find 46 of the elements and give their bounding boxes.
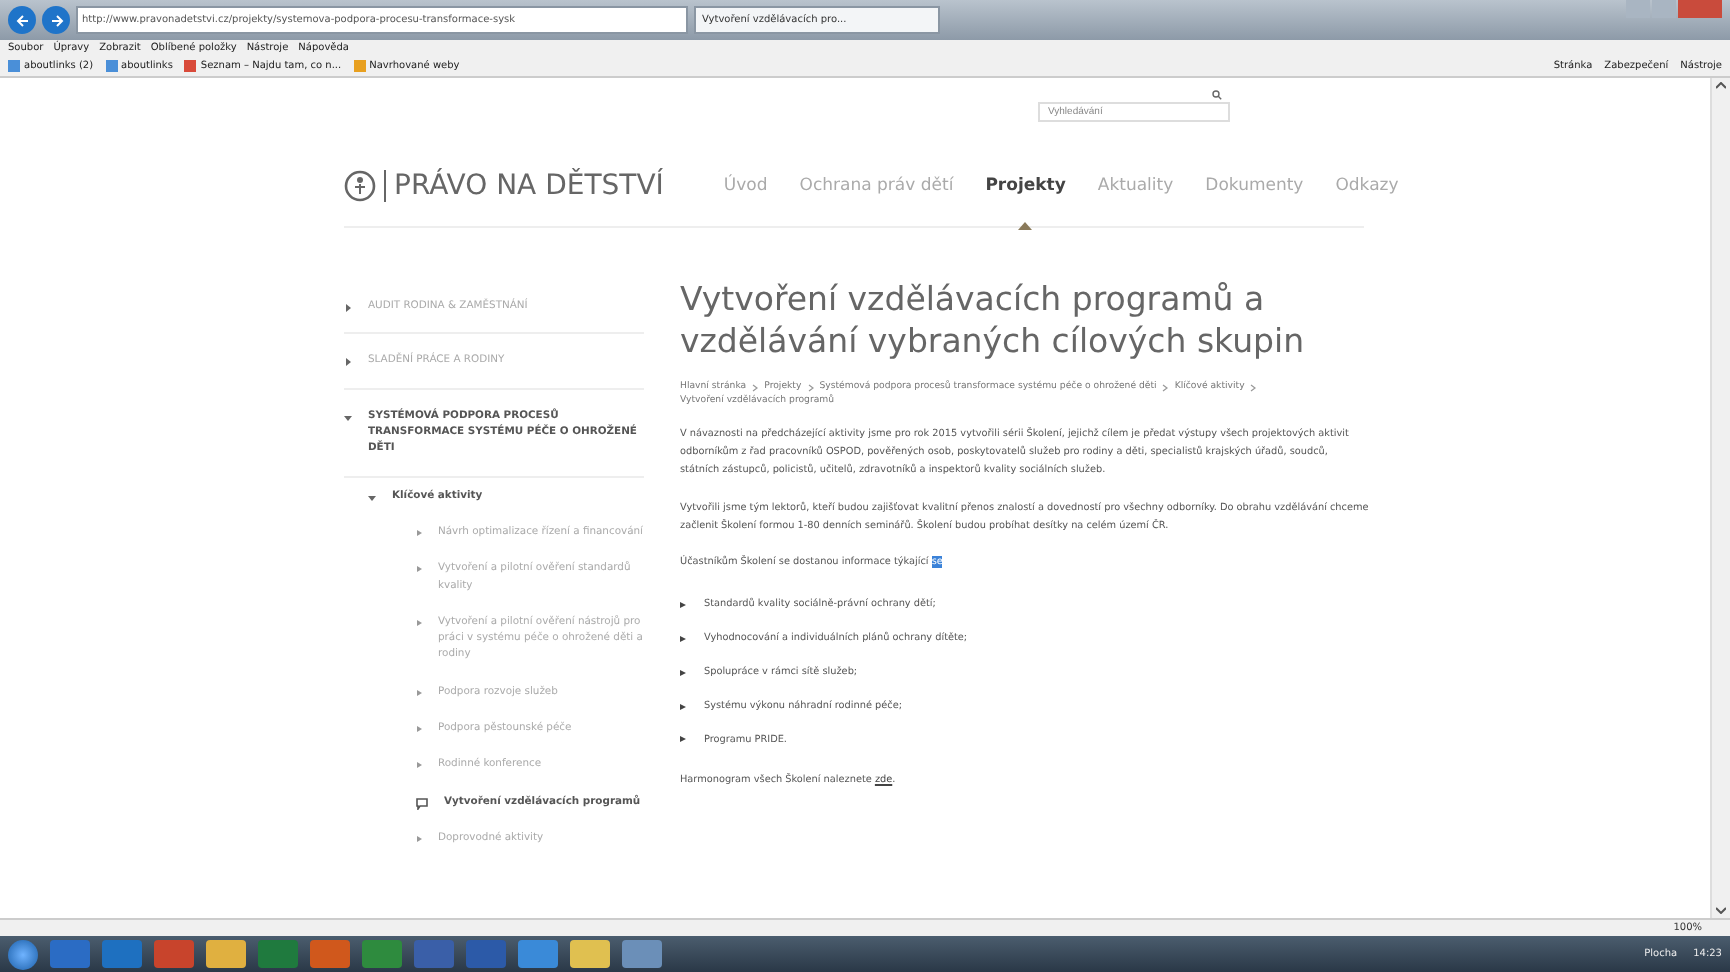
app-icon[interactable] (362, 940, 402, 968)
start-button[interactable] (8, 939, 38, 969)
favorite-icon (8, 60, 20, 72)
app-icon[interactable] (622, 940, 662, 968)
active-caret-icon (1018, 222, 1033, 230)
app-icon[interactable] (310, 940, 350, 968)
app-icon[interactable] (154, 940, 194, 968)
bullet-icon (680, 669, 686, 676)
favorite-icon (184, 60, 197, 72)
chevron-right-icon (752, 383, 759, 392)
chevron-right-icon (807, 383, 814, 392)
forward-button[interactable] (42, 6, 70, 34)
page-title: Vytvoření vzdělávacích programů a vzdělávání vybraných cílových skupin (680, 280, 1307, 363)
right-arrow-icon (49, 13, 63, 27)
expanded-arrow-icon[interactable] (344, 413, 352, 422)
app-icon[interactable] (50, 940, 90, 968)
scroll-down-icon[interactable] (1716, 906, 1726, 914)
search-icon[interactable] (1212, 89, 1222, 99)
site-logo-text: PRÁVO NA DĚTSTVÍ (384, 170, 664, 202)
app-icon[interactable] (102, 940, 142, 968)
bullet-icon (680, 703, 686, 710)
nav-link[interactable]: Projekty (985, 176, 1066, 196)
collapsed-arrow-icon[interactable] (344, 304, 352, 312)
bullet-icon (680, 635, 686, 642)
logo-icon (344, 170, 376, 202)
close-button[interactable] (1678, 0, 1722, 18)
app-icon[interactable] (206, 940, 246, 968)
favorite-icon (353, 60, 366, 72)
app-icon[interactable] (466, 940, 506, 968)
bullet-icon (680, 736, 686, 743)
app-icon[interactable] (414, 940, 454, 968)
back-button[interactable] (8, 6, 36, 34)
left-arrow-icon (15, 13, 29, 27)
app-icon[interactable] (258, 940, 298, 968)
chevron-right-icon (1162, 383, 1169, 392)
maximize-button[interactable] (1652, 0, 1676, 18)
minimize-button[interactable] (1626, 0, 1650, 18)
app-icon[interactable] (518, 940, 558, 968)
collapsed-arrow-icon[interactable] (344, 358, 352, 367)
expanded-arrow-icon[interactable] (368, 493, 376, 502)
chevron-right-icon (1250, 383, 1257, 392)
app-icon[interactable] (570, 940, 610, 968)
bullet-icon (680, 602, 686, 609)
favorite-icon (105, 60, 118, 72)
scrollbar[interactable] (1710, 78, 1730, 918)
scroll-up-icon[interactable] (1716, 82, 1726, 90)
